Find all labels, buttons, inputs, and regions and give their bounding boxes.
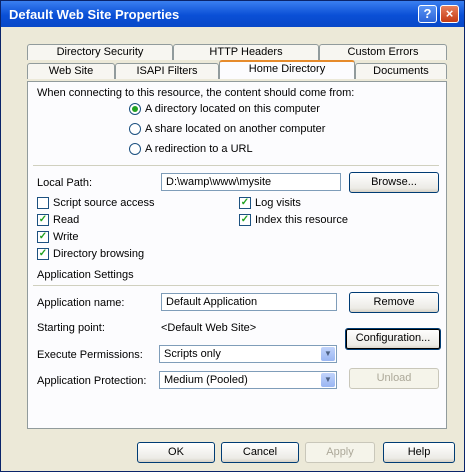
starting-point-value: <Default Web Site> [161,322,257,334]
browse-button[interactable]: Browse... [349,172,439,193]
radio-local-directory-label: A directory located on this computer [145,103,320,115]
window-title: Default Web Site Properties [9,7,180,22]
unload-button: Unload [349,368,439,389]
properties-dialog: Default Web Site Properties ? × Director… [0,0,465,472]
execute-permissions-label: Execute Permissions: [37,349,143,361]
radio-network-share-label: A share located on another computer [145,123,326,135]
index-resource-checkbox[interactable]: ✓ [239,214,251,226]
help-title-button[interactable]: ? [418,5,437,23]
application-name-label: Application name: [37,297,125,309]
divider [33,165,439,166]
application-settings-heading: Application Settings [37,269,134,281]
tab-http-headers[interactable]: HTTP Headers [173,44,319,60]
execute-permissions-value: Scripts only [164,348,221,360]
chevron-down-icon: ▼ [321,347,335,361]
log-visits-checkbox[interactable]: ✓ [239,197,251,209]
application-protection-label: Application Protection: [37,375,147,387]
tab-directory-security[interactable]: Directory Security [27,44,173,60]
write-label: Write [53,231,79,243]
radio-url-redirection-label: A redirection to a URL [145,143,253,155]
directory-browsing-label: Directory browsing [53,248,145,260]
local-path-label: Local Path: [37,177,93,189]
execute-permissions-select[interactable]: Scripts only ▼ [159,345,337,363]
tab-home-directory[interactable]: Home Directory [219,60,355,79]
remove-button[interactable]: Remove [349,292,439,313]
tab-web-site[interactable]: Web Site [27,63,115,79]
radio-network-share[interactable] [129,123,141,135]
radio-url-redirection[interactable] [129,143,141,155]
script-source-access-label: Script source access [53,197,155,209]
application-protection-value: Medium (Pooled) [164,374,248,386]
tab-documents[interactable]: Documents [355,63,447,79]
apply-button: Apply [305,442,375,463]
directory-browsing-checkbox[interactable]: ✓ [37,248,49,260]
cancel-button[interactable]: Cancel [221,442,299,463]
tab-isapi-filters[interactable]: ISAPI Filters [115,63,219,79]
ok-button[interactable]: OK [137,442,215,463]
log-visits-label: Log visits [255,197,301,209]
close-button[interactable]: × [440,5,459,23]
source-intro-text: When connecting to this resource, the co… [37,87,355,99]
read-checkbox[interactable]: ✓ [37,214,49,226]
starting-point-label: Starting point: [37,322,105,334]
script-source-access-checkbox[interactable] [37,197,49,209]
application-name-input[interactable]: Default Application [161,293,337,311]
application-protection-select[interactable]: Medium (Pooled) ▼ [159,371,337,389]
chevron-down-icon: ▼ [321,373,335,387]
radio-local-directory[interactable] [129,103,141,115]
read-label: Read [53,214,80,226]
configuration-button[interactable]: Configuration... [345,328,441,350]
index-resource-label: Index this resource [255,214,348,226]
write-checkbox[interactable]: ✓ [37,231,49,243]
local-path-input[interactable]: D:\wamp\www\mysite [161,173,341,191]
tab-custom-errors[interactable]: Custom Errors [319,44,447,60]
help-button[interactable]: Help [383,442,455,463]
title-bar: Default Web Site Properties ? × [1,1,464,27]
divider [33,285,439,286]
